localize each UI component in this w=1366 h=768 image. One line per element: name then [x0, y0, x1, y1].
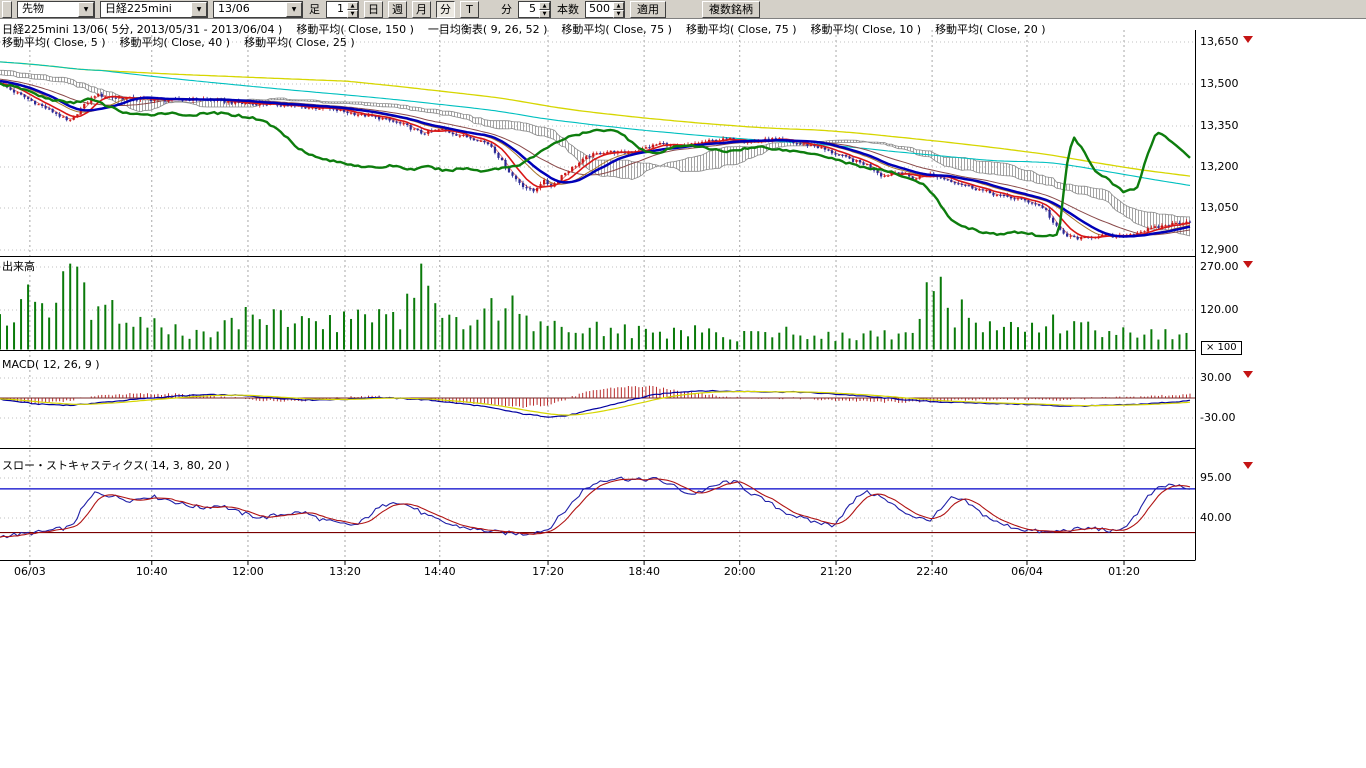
bar-type-month-button[interactable]: 月: [412, 1, 431, 18]
minutes-label: 分: [500, 1, 513, 17]
legend-item: 移動平均( Close, 75 ): [686, 23, 797, 36]
pane-scroll-down-icon[interactable]: [1243, 36, 1253, 43]
legend-item: 移動平均( Close, 40 ): [120, 36, 231, 49]
spin-down-icon[interactable]: ▼: [613, 10, 624, 18]
minutes-value: 5: [519, 2, 539, 17]
bar-count-spinner[interactable]: 500 ▲▼: [585, 1, 625, 18]
pane-scroll-down-icon[interactable]: [1243, 261, 1253, 268]
legend-item: 移動平均( Close, 20 ): [935, 23, 1046, 36]
toolbar-grip[interactable]: [2, 1, 12, 18]
bar-multiplier-value: 1: [327, 2, 347, 17]
chevron-down-icon[interactable]: ▼: [78, 2, 94, 17]
apply-button[interactable]: 適用: [630, 1, 666, 18]
bar-type-day-button[interactable]: 日: [364, 1, 383, 18]
chart-canvas[interactable]: [0, 0, 1366, 768]
volume-scale-box: × 100: [1201, 341, 1242, 355]
spin-up-icon[interactable]: ▲: [613, 2, 624, 10]
pane-scroll-down-icon[interactable]: [1243, 371, 1253, 378]
contract-month-select[interactable]: 13/06 ▼: [213, 1, 303, 18]
toolbar: 先物 ▼ 日経225mini ▼ 13/06 ▼ 足 1 ▲▼ 日 週 月 分 …: [0, 0, 1366, 19]
stoch-pane-label: スロー・ストキャスティクス( 14, 3, 80, 20 ): [2, 457, 230, 473]
spin-down-icon[interactable]: ▼: [539, 10, 550, 18]
spin-up-icon[interactable]: ▲: [347, 2, 358, 10]
multi-symbol-button[interactable]: 複数銘柄: [702, 1, 760, 18]
volume-pane-label: 出来高: [2, 258, 35, 274]
pane-scroll-down-icon[interactable]: [1243, 462, 1253, 469]
symbol-select[interactable]: 日経225mini ▼: [100, 1, 208, 18]
bar-count-value: 500: [586, 2, 613, 17]
chevron-down-icon[interactable]: ▼: [191, 2, 207, 17]
spin-down-icon[interactable]: ▼: [347, 10, 358, 18]
contract-month-value: 13/06: [214, 2, 286, 17]
bar-type-minute-button[interactable]: 分: [436, 1, 455, 18]
indicator-legend-row-2: 移動平均( Close, 5 ) 移動平均( Close, 40 ) 移動平均( C…: [2, 34, 369, 50]
symbol-category-select[interactable]: 先物 ▼: [17, 1, 95, 18]
symbol-value: 日経225mini: [101, 2, 191, 17]
bar-type-label: 足: [308, 1, 321, 17]
chart-application-window: 先物 ▼ 日経225mini ▼ 13/06 ▼ 足 1 ▲▼ 日 週 月 分 …: [0, 0, 1366, 768]
bar-type-tick-button[interactable]: T: [460, 1, 479, 18]
macd-pane-label: MACD( 12, 26, 9 ): [2, 358, 100, 371]
bar-multiplier-spinner[interactable]: 1 ▲▼: [326, 1, 359, 18]
symbol-category-value: 先物: [18, 2, 78, 17]
legend-item: 移動平均( Close, 75 ): [561, 23, 672, 36]
bar-type-week-button[interactable]: 週: [388, 1, 407, 18]
legend-item: 移動平均( Close, 25 ): [244, 36, 355, 49]
chevron-down-icon[interactable]: ▼: [286, 2, 302, 17]
bar-count-label: 本数: [556, 1, 580, 17]
minutes-spinner[interactable]: 5 ▲▼: [518, 1, 551, 18]
legend-item: 一目均衡表( 9, 26, 52 ): [428, 23, 548, 36]
legend-item: 移動平均( Close, 10 ): [811, 23, 922, 36]
legend-item: 移動平均( Close, 5 ): [2, 36, 106, 49]
spin-up-icon[interactable]: ▲: [539, 2, 550, 10]
